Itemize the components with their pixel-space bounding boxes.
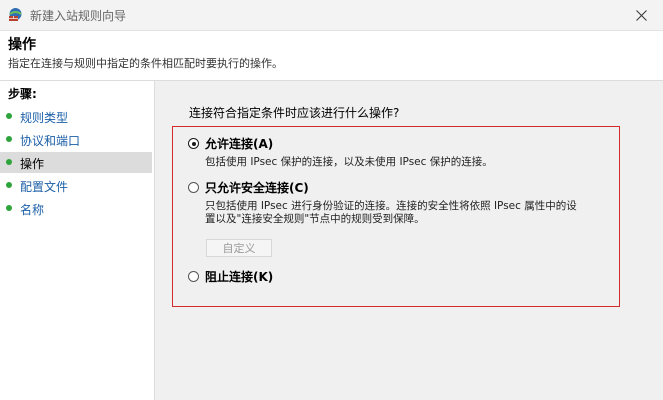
- step-label: 配置文件: [20, 180, 69, 194]
- page-description: 指定在连接与规则中指定的条件相匹配时要执行的操作。: [8, 57, 283, 70]
- window-title: 新建入站规则向导: [30, 9, 127, 23]
- close-icon: [635, 6, 647, 25]
- allow-secure-radio[interactable]: [188, 182, 199, 193]
- block-connection-radio[interactable]: [188, 271, 199, 282]
- block-connection-label[interactable]: 阻止连接(K): [205, 268, 273, 285]
- allow-connection-label[interactable]: 允许连接(A): [205, 135, 273, 152]
- wizard-header: 操作 指定在连接与规则中指定的条件相匹配时要执行的操作。: [0, 31, 663, 80]
- customize-button[interactable]: 自定义: [206, 239, 272, 257]
- step-label: 规则类型: [20, 111, 69, 125]
- green-dot-icon: [6, 136, 12, 142]
- page-title: 操作: [8, 37, 36, 53]
- step-label: 操作: [20, 157, 45, 171]
- step-protocol-ports[interactable]: 协议和端口: [0, 129, 152, 150]
- step-profile[interactable]: 配置文件: [0, 175, 152, 196]
- title-bar: 新建入站规则向导: [0, 0, 663, 31]
- step-name[interactable]: 名称: [0, 198, 152, 219]
- green-dot-icon: [6, 113, 12, 119]
- main-content: 连接符合指定条件时应该进行什么操作? 允许连接(A) 包括使用 IPsec 保护…: [155, 81, 663, 400]
- green-dot-icon: [6, 159, 12, 165]
- green-dot-icon: [6, 182, 12, 188]
- firewall-icon: [8, 7, 23, 22]
- step-label: 名称: [20, 203, 45, 217]
- step-label: 协议和端口: [20, 134, 81, 148]
- green-dot-icon: [6, 205, 12, 211]
- step-rule-type[interactable]: 规则类型: [0, 106, 152, 127]
- steps-panel: 步骤: 规则类型 协议和端口 操作 配置文件 名称: [0, 81, 155, 400]
- step-action[interactable]: 操作: [0, 152, 152, 173]
- allow-connection-radio[interactable]: [188, 138, 199, 149]
- allow-secure-description-line2: 置以及"连接安全规则"节点中的规则受到保障。: [205, 213, 425, 225]
- action-question: 连接符合指定条件时应该进行什么操作?: [189, 106, 400, 120]
- steps-heading: 步骤:: [8, 87, 37, 101]
- allow-connection-description: 包括使用 IPsec 保护的连接，以及未使用 IPsec 保护的连接。: [205, 156, 493, 168]
- allow-secure-label[interactable]: 只允许安全连接(C): [205, 179, 309, 196]
- close-button[interactable]: [619, 0, 663, 30]
